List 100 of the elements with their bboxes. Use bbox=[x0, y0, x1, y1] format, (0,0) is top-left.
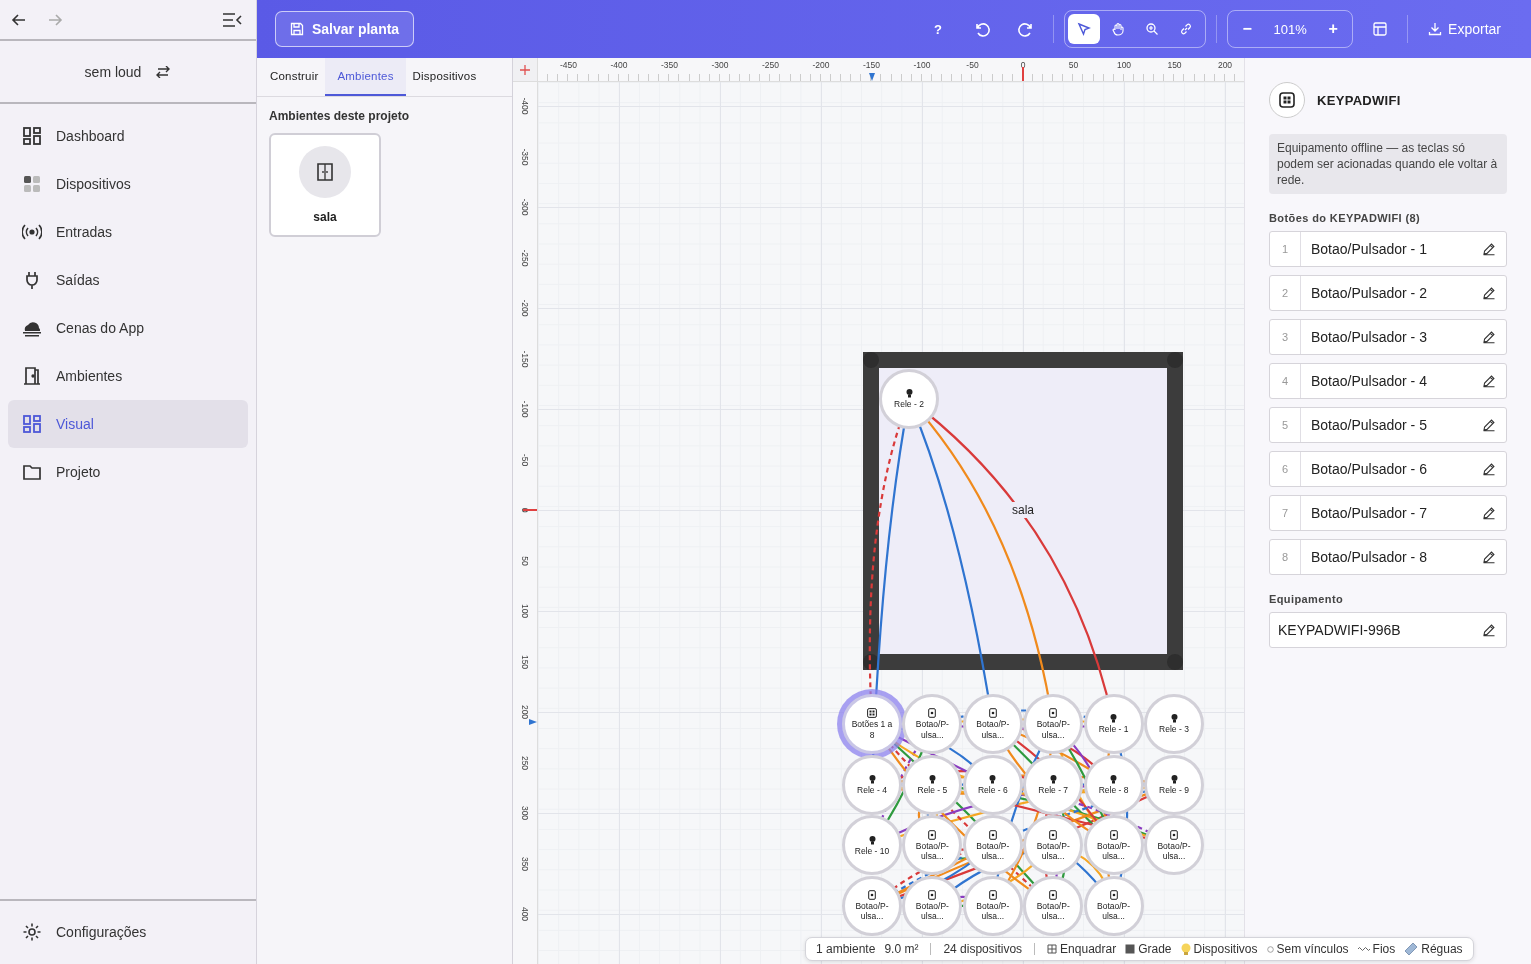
ruler-label: 400 bbox=[520, 906, 530, 922]
device-node[interactable]: Botao/P-ulsa... bbox=[1083, 875, 1144, 936]
edit-icon[interactable] bbox=[1482, 374, 1496, 388]
add-icon[interactable] bbox=[520, 64, 530, 75]
edit-icon[interactable] bbox=[1482, 418, 1496, 432]
zoom-out-button[interactable]: − bbox=[1234, 14, 1261, 44]
push-button-icon bbox=[988, 708, 997, 719]
ruler-icon bbox=[1404, 942, 1419, 956]
swap-icon[interactable] bbox=[155, 65, 172, 78]
button-row[interactable]: 4 Botao/Pulsador - 4 bbox=[1269, 363, 1507, 399]
device-node[interactable]: Botao/P-ulsa... bbox=[962, 875, 1023, 936]
view-toggle[interactable]: Réguas bbox=[1404, 942, 1463, 956]
button-row[interactable]: 7 Botao/Pulsador - 7 bbox=[1269, 495, 1507, 531]
room-card[interactable]: sala bbox=[269, 133, 381, 237]
device-node[interactable]: Botao/P-ulsa... bbox=[902, 694, 963, 754]
push-button-icon bbox=[868, 890, 876, 901]
device-node[interactable]: Rele - 9 bbox=[1144, 754, 1204, 815]
button-name: Botao/Pulsador - 8 bbox=[1310, 549, 1428, 565]
help-button[interactable]: ? bbox=[921, 12, 956, 46]
push-button-icon bbox=[1049, 708, 1058, 719]
push-button-icon bbox=[988, 890, 997, 901]
ruler-label: -300 bbox=[520, 198, 530, 216]
collapse-menu-icon[interactable] bbox=[222, 12, 242, 27]
nav-item[interactable]: Projeto bbox=[8, 448, 248, 496]
bulb-icon bbox=[1109, 774, 1119, 784]
bulb-icon bbox=[1169, 713, 1179, 724]
bulb-icon bbox=[867, 774, 877, 784]
panel-tab[interactable]: Ambientes bbox=[325, 58, 406, 96]
save-button[interactable]: Salvar planta bbox=[275, 11, 415, 47]
nav-item[interactable]: Entradas bbox=[8, 208, 248, 256]
view-toggle[interactable]: Grade bbox=[1125, 942, 1172, 956]
edit-icon[interactable] bbox=[1482, 506, 1496, 520]
button-row[interactable]: 6 Botao/Pulsador - 6 bbox=[1269, 451, 1507, 487]
view-toggle[interactable]: Dispositivos bbox=[1180, 942, 1258, 956]
device-node[interactable]: Botao/P-ulsa... bbox=[1083, 815, 1144, 876]
device-node[interactable]: Rele - 10 bbox=[842, 815, 902, 876]
bulb-icon bbox=[904, 388, 914, 399]
push-button-icon bbox=[1049, 829, 1058, 840]
edit-icon[interactable] bbox=[1482, 623, 1496, 637]
button-row[interactable]: 5 Botao/Pulsador - 5 bbox=[1269, 407, 1507, 443]
nav-item[interactable]: Saídas bbox=[8, 256, 248, 304]
panel-tab[interactable]: Dispositivos bbox=[405, 58, 484, 96]
ruler-label: -350 bbox=[661, 60, 678, 70]
bulb-icon bbox=[1048, 774, 1058, 784]
panel-tab[interactable]: Construir bbox=[263, 58, 326, 96]
project-icon bbox=[22, 462, 42, 482]
device-node[interactable]: Rele - 5 bbox=[902, 754, 963, 815]
edit-icon[interactable] bbox=[1482, 462, 1496, 476]
device-node[interactable]: Botao/P-ulsa... bbox=[1023, 694, 1084, 754]
device-node[interactable]: Botao/P-ulsa... bbox=[962, 815, 1023, 876]
device-node[interactable]: Botao/P-ulsa... bbox=[1023, 815, 1084, 876]
view-toggle[interactable]: Enquadrar bbox=[1047, 942, 1117, 956]
device-node[interactable]: Botao/P-ulsa... bbox=[1023, 875, 1084, 936]
device-node[interactable]: Botao/P-ulsa... bbox=[962, 694, 1023, 754]
nav-item[interactable]: Dashboard bbox=[8, 112, 248, 160]
nav-item[interactable]: Dispositivos bbox=[8, 160, 248, 208]
device-node[interactable]: Rele - 1 bbox=[1083, 694, 1144, 754]
edit-icon[interactable] bbox=[1482, 550, 1496, 564]
edit-icon[interactable] bbox=[1482, 286, 1496, 300]
device-node[interactable]: Botao/P-ulsa... bbox=[902, 875, 963, 936]
room-drawing[interactable] bbox=[863, 352, 1183, 670]
push-button-icon bbox=[988, 829, 997, 840]
edit-icon[interactable] bbox=[1482, 242, 1496, 256]
export-button[interactable]: Exportar bbox=[1418, 12, 1517, 46]
nav-item[interactable]: Visual bbox=[8, 400, 248, 448]
button-row[interactable]: 8 Botao/Pulsador - 8 bbox=[1269, 539, 1507, 575]
ruler-label: -50 bbox=[520, 453, 530, 466]
status-stat: 9.0 m² bbox=[884, 942, 919, 956]
device-node[interactable]: Botao/P-ulsa... bbox=[842, 875, 902, 936]
push-button-icon bbox=[928, 829, 937, 840]
select-tool-button[interactable] bbox=[1068, 14, 1101, 44]
device-node[interactable]: Rele - 8 bbox=[1083, 754, 1144, 815]
nav-item[interactable]: Cenas do App bbox=[8, 304, 248, 352]
button-number: 5 bbox=[1270, 408, 1301, 442]
button-row[interactable]: 2 Botao/Pulsador - 2 bbox=[1269, 275, 1507, 311]
zoom-level: 101% bbox=[1272, 21, 1308, 37]
edit-icon[interactable] bbox=[1482, 330, 1496, 344]
ruler-label: -350 bbox=[520, 148, 530, 165]
device-node[interactable]: Rele - 3 bbox=[1144, 694, 1204, 754]
settings-item[interactable]: Configurações bbox=[8, 908, 248, 956]
button-number: 3 bbox=[1270, 320, 1301, 354]
zoom-in-button[interactable]: + bbox=[1320, 14, 1347, 44]
ruler-label: -150 bbox=[520, 350, 530, 367]
button-row[interactable]: 3 Botao/Pulsador - 3 bbox=[1269, 319, 1507, 355]
view-toggle[interactable]: Fios bbox=[1357, 942, 1396, 956]
keypad-icon bbox=[1269, 82, 1305, 118]
square-icon bbox=[1125, 944, 1136, 954]
device-node[interactable]: Rele - 6 bbox=[962, 754, 1023, 815]
button-row[interactable]: 1 Botao/Pulsador - 1 bbox=[1269, 231, 1507, 267]
ruler-label: 50 bbox=[520, 555, 530, 566]
nav-item[interactable]: Ambientes bbox=[8, 352, 248, 400]
device-node[interactable]: Botao/P-ulsa... bbox=[1144, 815, 1204, 876]
equipment-field[interactable]: KEYPADWIFI-996B bbox=[1269, 612, 1507, 648]
view-toggle[interactable]: Sem vínculos bbox=[1266, 942, 1349, 956]
button-name: Botao/Pulsador - 3 bbox=[1310, 329, 1428, 345]
device-node[interactable]: Rele - 7 bbox=[1023, 754, 1084, 815]
device-node[interactable]: Rele - 4 bbox=[842, 754, 902, 815]
ruler-label: -450 bbox=[560, 60, 577, 70]
table-icon bbox=[1372, 21, 1389, 37]
device-node[interactable]: Botao/P-ulsa... bbox=[902, 815, 963, 876]
